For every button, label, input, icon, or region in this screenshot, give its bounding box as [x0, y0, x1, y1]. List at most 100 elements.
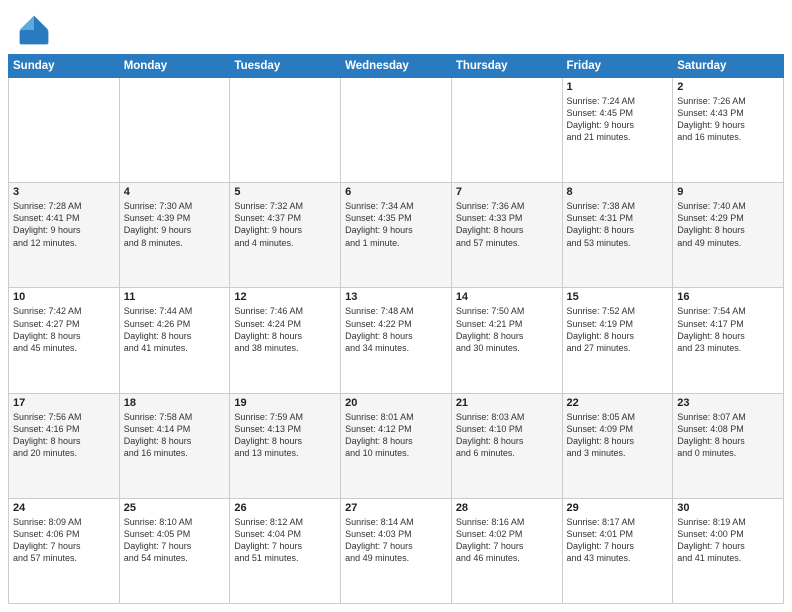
- day-cell: 10 Sunrise: 7:42 AM Sunset: 4:27 PM Dayli…: [9, 288, 120, 393]
- day-number: 3: [13, 186, 115, 198]
- day-cell: 21Sunrise: 8:03 AM Sunset: 4:10 PM Dayli…: [451, 393, 562, 498]
- day-info: Sunrise: 8:14 AM Sunset: 4:03 PM Dayligh…: [345, 516, 447, 565]
- day-info: Sunrise: 7:52 AM Sunset: 4:19 PM Dayligh…: [567, 305, 669, 354]
- logo-icon: [16, 12, 52, 48]
- day-info: Sunrise: 7:58 AM Sunset: 4:14 PM Dayligh…: [124, 411, 226, 460]
- day-number: 15: [567, 291, 669, 303]
- day-cell: 7 Sunrise: 7:36 AM Sunset: 4:33 PM Daylig…: [451, 183, 562, 288]
- week-row: 1 Sunrise: 7:24 AM Sunset: 4:45 PM Daylig…: [9, 78, 784, 183]
- weekday-header-thursday: Thursday: [451, 55, 562, 78]
- day-info: Sunrise: 8:12 AM Sunset: 4:04 PM Dayligh…: [234, 516, 336, 565]
- day-cell: [230, 78, 341, 183]
- week-row: 17Sunrise: 7:56 AM Sunset: 4:16 PM Dayli…: [9, 393, 784, 498]
- weekday-header-saturday: Saturday: [673, 55, 784, 78]
- day-info: Sunrise: 7:28 AM Sunset: 4:41 PM Dayligh…: [13, 200, 115, 249]
- day-info: Sunrise: 8:05 AM Sunset: 4:09 PM Dayligh…: [567, 411, 669, 460]
- week-row: 24 Sunrise: 8:09 AM Sunset: 4:06 PM Dayli…: [9, 498, 784, 603]
- weekday-header-wednesday: Wednesday: [341, 55, 452, 78]
- day-number: 4: [124, 186, 226, 198]
- day-cell: 26 Sunrise: 8:12 AM Sunset: 4:04 PM Dayli…: [230, 498, 341, 603]
- calendar-body: 1 Sunrise: 7:24 AM Sunset: 4:45 PM Daylig…: [9, 78, 784, 604]
- day-number: 6: [345, 186, 447, 198]
- day-info: Sunrise: 7:38 AM Sunset: 4:31 PM Dayligh…: [567, 200, 669, 249]
- calendar: SundayMondayTuesdayWednesdayThursdayFrid…: [0, 54, 792, 612]
- day-cell: [341, 78, 452, 183]
- day-cell: [451, 78, 562, 183]
- calendar-header: SundayMondayTuesdayWednesdayThursdayFrid…: [9, 55, 784, 78]
- day-cell: 17Sunrise: 7:56 AM Sunset: 4:16 PM Dayli…: [9, 393, 120, 498]
- logo: [16, 12, 56, 48]
- weekday-header-monday: Monday: [119, 55, 230, 78]
- day-number: 28: [456, 502, 558, 514]
- day-info: Sunrise: 7:36 AM Sunset: 4:33 PM Dayligh…: [456, 200, 558, 249]
- day-info: Sunrise: 7:46 AM Sunset: 4:24 PM Dayligh…: [234, 305, 336, 354]
- day-cell: 13 Sunrise: 7:48 AM Sunset: 4:22 PM Dayli…: [341, 288, 452, 393]
- day-cell: 28 Sunrise: 8:16 AM Sunset: 4:02 PM Dayli…: [451, 498, 562, 603]
- day-cell: 3 Sunrise: 7:28 AM Sunset: 4:41 PM Daylig…: [9, 183, 120, 288]
- day-cell: 27 Sunrise: 8:14 AM Sunset: 4:03 PM Dayli…: [341, 498, 452, 603]
- day-cell: 12 Sunrise: 7:46 AM Sunset: 4:24 PM Dayli…: [230, 288, 341, 393]
- day-cell: 23 Sunrise: 8:07 AM Sunset: 4:08 PM Dayli…: [673, 393, 784, 498]
- day-cell: 4 Sunrise: 7:30 AM Sunset: 4:39 PM Daylig…: [119, 183, 230, 288]
- day-cell: 2Sunrise: 7:26 AM Sunset: 4:43 PM Daylig…: [673, 78, 784, 183]
- day-number: 27: [345, 502, 447, 514]
- day-cell: 30 Sunrise: 8:19 AM Sunset: 4:00 PM Dayli…: [673, 498, 784, 603]
- day-cell: [119, 78, 230, 183]
- day-info: Sunrise: 8:16 AM Sunset: 4:02 PM Dayligh…: [456, 516, 558, 565]
- day-info: Sunrise: 7:42 AM Sunset: 4:27 PM Dayligh…: [13, 305, 115, 354]
- weekday-row: SundayMondayTuesdayWednesdayThursdayFrid…: [9, 55, 784, 78]
- header: [0, 0, 792, 54]
- day-info: Sunrise: 7:40 AM Sunset: 4:29 PM Dayligh…: [677, 200, 779, 249]
- day-info: Sunrise: 7:48 AM Sunset: 4:22 PM Dayligh…: [345, 305, 447, 354]
- day-number: 26: [234, 502, 336, 514]
- day-cell: 25Sunrise: 8:10 AM Sunset: 4:05 PM Dayli…: [119, 498, 230, 603]
- day-info: Sunrise: 7:59 AM Sunset: 4:13 PM Dayligh…: [234, 411, 336, 460]
- weekday-header-tuesday: Tuesday: [230, 55, 341, 78]
- day-number: 23: [677, 397, 779, 409]
- day-info: Sunrise: 7:34 AM Sunset: 4:35 PM Dayligh…: [345, 200, 447, 249]
- day-cell: 29Sunrise: 8:17 AM Sunset: 4:01 PM Dayli…: [562, 498, 673, 603]
- day-number: 12: [234, 291, 336, 303]
- day-cell: 8 Sunrise: 7:38 AM Sunset: 4:31 PM Daylig…: [562, 183, 673, 288]
- week-row: 3 Sunrise: 7:28 AM Sunset: 4:41 PM Daylig…: [9, 183, 784, 288]
- day-cell: 20 Sunrise: 8:01 AM Sunset: 4:12 PM Dayli…: [341, 393, 452, 498]
- day-number: 14: [456, 291, 558, 303]
- day-number: 24: [13, 502, 115, 514]
- day-number: 9: [677, 186, 779, 198]
- day-cell: [9, 78, 120, 183]
- day-cell: 1 Sunrise: 7:24 AM Sunset: 4:45 PM Daylig…: [562, 78, 673, 183]
- day-number: 7: [456, 186, 558, 198]
- day-number: 22: [567, 397, 669, 409]
- day-info: Sunrise: 8:07 AM Sunset: 4:08 PM Dayligh…: [677, 411, 779, 460]
- day-number: 5: [234, 186, 336, 198]
- day-number: 10: [13, 291, 115, 303]
- day-cell: 5 Sunrise: 7:32 AM Sunset: 4:37 PM Daylig…: [230, 183, 341, 288]
- day-info: Sunrise: 7:26 AM Sunset: 4:43 PM Dayligh…: [677, 95, 779, 144]
- calendar-table: SundayMondayTuesdayWednesdayThursdayFrid…: [8, 54, 784, 604]
- day-cell: 24 Sunrise: 8:09 AM Sunset: 4:06 PM Dayli…: [9, 498, 120, 603]
- weekday-header-friday: Friday: [562, 55, 673, 78]
- day-number: 20: [345, 397, 447, 409]
- day-info: Sunrise: 7:24 AM Sunset: 4:45 PM Dayligh…: [567, 95, 669, 144]
- day-number: 8: [567, 186, 669, 198]
- day-info: Sunrise: 8:19 AM Sunset: 4:00 PM Dayligh…: [677, 516, 779, 565]
- day-number: 19: [234, 397, 336, 409]
- day-number: 13: [345, 291, 447, 303]
- day-info: Sunrise: 8:01 AM Sunset: 4:12 PM Dayligh…: [345, 411, 447, 460]
- day-info: Sunrise: 7:32 AM Sunset: 4:37 PM Dayligh…: [234, 200, 336, 249]
- day-cell: 18Sunrise: 7:58 AM Sunset: 4:14 PM Dayli…: [119, 393, 230, 498]
- day-number: 30: [677, 502, 779, 514]
- weekday-header-sunday: Sunday: [9, 55, 120, 78]
- day-info: Sunrise: 8:10 AM Sunset: 4:05 PM Dayligh…: [124, 516, 226, 565]
- day-info: Sunrise: 7:54 AM Sunset: 4:17 PM Dayligh…: [677, 305, 779, 354]
- day-cell: 9 Sunrise: 7:40 AM Sunset: 4:29 PM Daylig…: [673, 183, 784, 288]
- page: SundayMondayTuesdayWednesdayThursdayFrid…: [0, 0, 792, 612]
- day-info: Sunrise: 7:30 AM Sunset: 4:39 PM Dayligh…: [124, 200, 226, 249]
- week-row: 10 Sunrise: 7:42 AM Sunset: 4:27 PM Dayli…: [9, 288, 784, 393]
- day-number: 16: [677, 291, 779, 303]
- day-info: Sunrise: 7:44 AM Sunset: 4:26 PM Dayligh…: [124, 305, 226, 354]
- day-info: Sunrise: 8:09 AM Sunset: 4:06 PM Dayligh…: [13, 516, 115, 565]
- day-cell: 16 Sunrise: 7:54 AM Sunset: 4:17 PM Dayli…: [673, 288, 784, 393]
- day-number: 1: [567, 81, 669, 93]
- day-info: Sunrise: 7:56 AM Sunset: 4:16 PM Dayligh…: [13, 411, 115, 460]
